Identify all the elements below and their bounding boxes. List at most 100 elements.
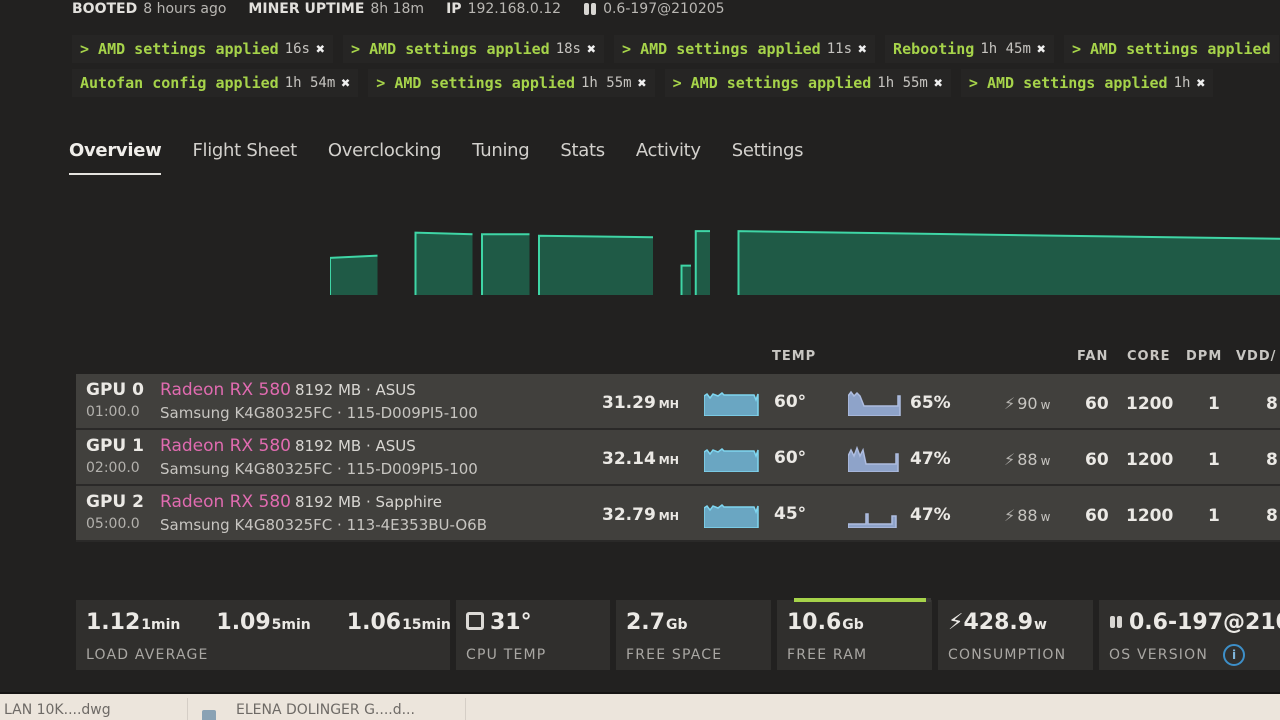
gpu-power: ⚡ 88 w — [1004, 450, 1050, 469]
tab-flight-sheet[interactable]: Flight Sheet — [192, 140, 297, 175]
notification-text: > AMD settings applied — [376, 74, 575, 92]
gpu-fan-percent: 65% — [910, 393, 951, 413]
gpu-vdd: 8 — [1266, 450, 1278, 470]
gpu-row[interactable]: GPU 1 02:00.0 Radeon RX 580 8192 MB · ASUS S… — [76, 430, 1280, 486]
gpu-memory: Samsung K4G80325FC · 115-D009PI5-100 — [160, 404, 478, 422]
load-15min: 1.0615min — [346, 610, 451, 635]
hive-icon — [583, 2, 597, 16]
file-item[interactable]: LAN 10K....dwg — [4, 702, 111, 718]
cpu-temp-caption: CPU TEMP — [466, 647, 547, 663]
hive-icon — [1109, 615, 1123, 629]
consumption-card: ⚡428.9w CONSUMPTION — [938, 600, 1093, 670]
load-average-caption: LOAD AVERAGE — [86, 647, 209, 663]
notification-text: > AMD settings applied — [968, 74, 1168, 92]
hashrate-area — [738, 231, 1280, 295]
free-space-card: 2.7Gb FREE SPACE — [616, 600, 771, 670]
hashrate-graph — [330, 230, 1280, 295]
notifications: > AMD settings applied 16s ✖ > AMD settings… — [72, 34, 1280, 98]
notification-text: > AMD settings applied — [80, 40, 279, 58]
cpu-temp-value: 31° — [490, 610, 532, 635]
cpu-temp-card: 31° CPU TEMP — [456, 600, 610, 670]
tab-activity[interactable]: Activity — [636, 140, 701, 175]
gpu-model: Radeon RX 580 8192 MB · ASUS — [160, 380, 416, 400]
notification-time: 1h — [1173, 75, 1191, 91]
load-5min: 1.095min — [216, 610, 311, 635]
fan-sparkline-shape — [848, 390, 901, 416]
fan-sparkline — [848, 513, 897, 528]
gpu-fan-percent: 47% — [910, 505, 951, 525]
version-value: 0.6-197@210205 — [603, 1, 725, 17]
hashrate-unit: MH — [658, 398, 679, 411]
gpu-fan: 60 — [1085, 450, 1109, 470]
temp-sparkline-shape — [704, 392, 759, 416]
consumption-caption: CONSUMPTION — [948, 647, 1067, 663]
hashrate-area — [330, 255, 378, 295]
uptime-info: MINER UPTIME 8h 18m — [248, 1, 424, 17]
free-ram-bar-fill — [794, 598, 926, 602]
notification-time: 18s — [555, 41, 581, 57]
free-ram-bar — [794, 598, 931, 602]
close-icon[interactable]: ✖ — [341, 74, 350, 92]
gpu-model-meta: 8192 MB · ASUS — [295, 381, 416, 399]
gpu-memory: Samsung K4G80325FC · 113-4E353BU-O6B — [160, 516, 488, 534]
gpu-model-name: Radeon RX 580 — [160, 436, 291, 456]
gpu-row[interactable]: GPU 2 05:00.0 Radeon RX 580 8192 MB · Sapph… — [76, 486, 1280, 542]
gpu-row[interactable]: GPU 0 01:00.0 Radeon RX 580 8192 MB · ASUS S… — [76, 374, 1280, 430]
close-icon[interactable]: ✖ — [587, 40, 596, 58]
notification-chip: > AMD settings applied 1h 55m ✖ — [664, 69, 951, 97]
gpu-temp: 60° — [774, 448, 807, 468]
gpu-id: GPU 0 — [86, 380, 144, 400]
info-icon[interactable]: i — [1223, 644, 1245, 666]
booted-label: BOOTED — [72, 1, 138, 17]
tab-overview[interactable]: Overview — [69, 140, 162, 175]
gpu-table: GPU 0 01:00.0 Radeon RX 580 8192 MB · ASUS S… — [76, 374, 1280, 542]
tab-stats[interactable]: Stats — [560, 140, 605, 175]
gpu-dpm: 1 — [1208, 506, 1220, 526]
tab-overclocking[interactable]: Overclocking — [328, 140, 442, 175]
fan-sparkline-shape — [848, 446, 899, 472]
header-temp: TEMP — [772, 349, 817, 364]
gpu-hashrate: 32.14 MH — [602, 449, 679, 469]
gpu-model-name: Radeon RX 580 — [160, 380, 291, 400]
gpu-fan: 60 — [1085, 506, 1109, 526]
notification-chip: > AMD settings applied 18s ✖ — [343, 35, 605, 63]
hashrate-unit: MH — [658, 510, 679, 523]
load-average-card: 1.121min 1.095min 1.0615min LOAD AVERAGE — [76, 600, 451, 670]
gpu-vdd: 8 — [1266, 394, 1278, 414]
gpu-id: GPU 2 — [86, 492, 144, 512]
fan-sparkline — [848, 390, 901, 416]
gpu-model-meta: 8192 MB · ASUS — [295, 437, 416, 455]
free-ram-card: 10.6Gb FREE RAM — [777, 598, 932, 670]
header-vdd: VDD/ — [1236, 349, 1277, 364]
close-icon[interactable]: ✖ — [934, 74, 943, 92]
file-icon — [202, 710, 216, 720]
gpu-hashrate: 31.29 MH — [602, 393, 679, 413]
notification-text: > AMD settings applied — [672, 74, 872, 92]
temp-sparkline-shape — [704, 504, 759, 528]
gpu-temp: 60° — [774, 392, 807, 412]
fan-sparkline-shape — [848, 513, 897, 528]
hashrate-value: 32.14 — [602, 449, 656, 469]
close-icon[interactable]: ✖ — [858, 40, 867, 58]
notification-text: > AMD settings applied — [622, 40, 821, 58]
close-icon[interactable]: ✖ — [638, 74, 647, 92]
uptime-label: MINER UPTIME — [248, 1, 365, 17]
bolt-icon: ⚡ — [1004, 450, 1016, 469]
ip-value: 192.168.0.12 — [467, 1, 562, 17]
free-space-value: 2.7 — [626, 610, 665, 635]
temp-sparkline — [704, 392, 759, 416]
tab-settings[interactable]: Settings — [732, 140, 804, 175]
uptime-value: 8h 18m — [370, 1, 425, 17]
os-version-value: 0.6-197@2102 — [1129, 610, 1280, 635]
close-icon[interactable]: ✖ — [1196, 74, 1205, 92]
hashrate-unit: MH — [658, 454, 679, 467]
free-ram-caption: FREE RAM — [787, 647, 868, 663]
notification-chip: Rebooting 1h 45m ✖ — [885, 35, 1054, 63]
rig-info-bar: BOOTED 8 hours ago MINER UPTIME 8h 18m I… — [72, 0, 725, 22]
file-item[interactable]: ELENA DOLINGER G....d... — [236, 702, 415, 718]
load-1min: 1.121min — [86, 610, 181, 635]
close-icon[interactable]: ✖ — [316, 40, 325, 58]
close-icon[interactable]: ✖ — [1037, 40, 1046, 58]
hashrate-area — [695, 231, 710, 295]
tab-tuning[interactable]: Tuning — [472, 140, 529, 175]
